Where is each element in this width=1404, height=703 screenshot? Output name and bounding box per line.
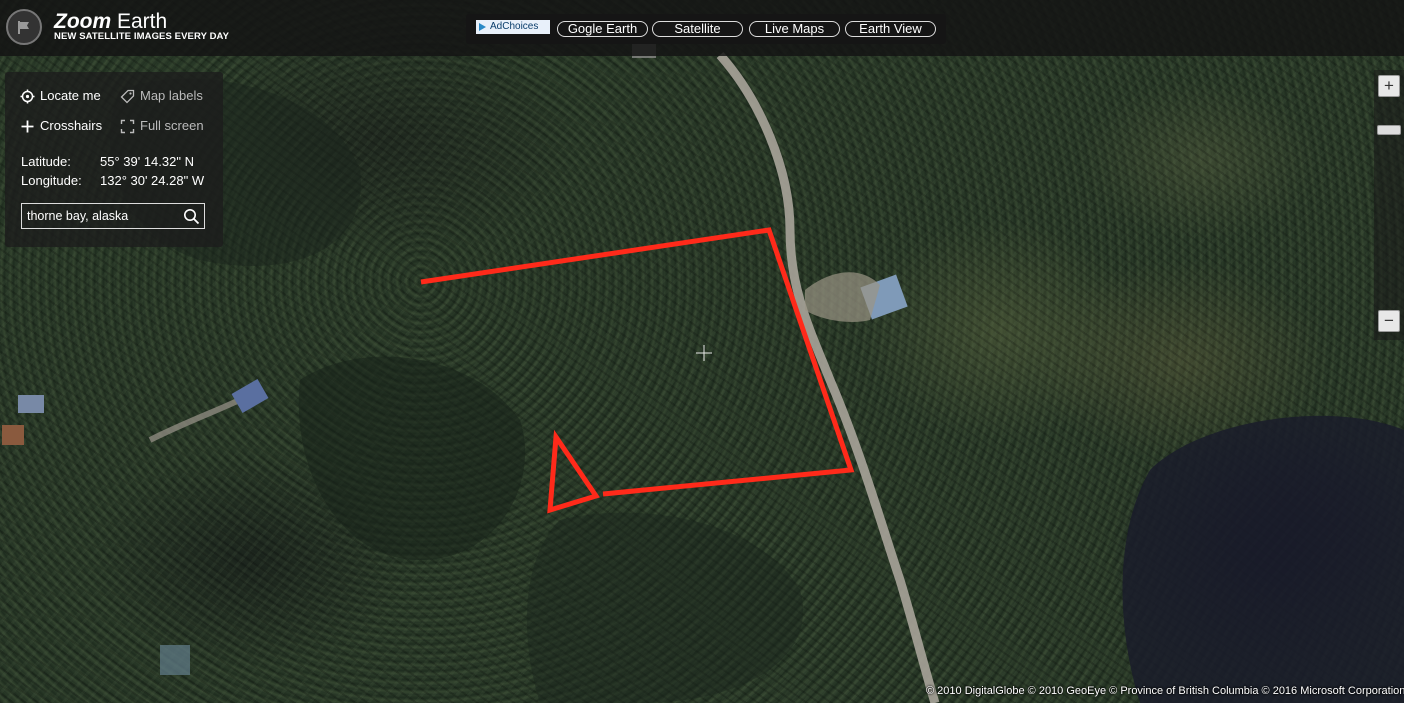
zoom-slider-thumb[interactable] — [1377, 125, 1401, 135]
link-earth-view[interactable]: Earth View — [845, 21, 936, 37]
top-bar: Zoom Earth NEW SATELLITE IMAGES EVERY DA… — [0, 0, 1404, 56]
fullscreen-icon — [120, 119, 135, 134]
crosshairs-label: Crosshairs — [40, 118, 103, 133]
house-roof — [18, 395, 44, 413]
map-crosshair-icon — [696, 345, 712, 361]
link-satellite[interactable]: Satellite — [652, 21, 743, 37]
full-screen-label: Full screen — [140, 118, 204, 133]
small-structure — [160, 645, 190, 675]
map-labels-label: Map labels — [140, 88, 203, 103]
latitude-value: 55° 39' 14.32" N — [100, 154, 194, 169]
locate-me-label: Locate me — [40, 88, 101, 103]
control-panel: Locate me Map labels Crosshairs Full scr… — [5, 72, 223, 247]
brand[interactable]: Zoom Earth NEW SATELLITE IMAGES EVERY DA… — [54, 10, 229, 42]
clearing — [805, 272, 880, 322]
logo-flag-icon[interactable] — [6, 9, 42, 45]
link-live-maps[interactable]: Live Maps — [749, 21, 840, 37]
crosshairs-plus-icon — [21, 120, 34, 133]
house-roof — [231, 378, 269, 414]
adchoices-badge[interactable]: AdChoices — [476, 20, 550, 34]
locate-icon — [20, 89, 35, 104]
side-road — [148, 392, 252, 443]
map-attribution: © 2010 DigitalGlobe © 2010 GeoEye © Prov… — [926, 685, 1404, 697]
tag-icon — [120, 89, 135, 104]
dark-forest-patch — [526, 512, 804, 703]
house-roof — [2, 425, 24, 445]
longitude-value: 132° 30' 24.28" W — [100, 173, 205, 188]
longitude-label: Longitude: — [21, 173, 82, 188]
brand-tagline: NEW SATELLITE IMAGES EVERY DAY — [54, 31, 230, 42]
search-box — [21, 203, 205, 229]
zoom-slider-track[interactable] — [1374, 70, 1404, 340]
zoom-in-button[interactable]: + — [1378, 75, 1400, 97]
link-gogle-earth[interactable]: Gogle Earth — [557, 21, 648, 37]
search-icon[interactable] — [183, 208, 200, 225]
dark-forest-patch — [298, 356, 526, 560]
top-links: AdChoices Gogle Earth Satellite Live Map… — [466, 14, 946, 44]
latitude-label: Latitude: — [21, 154, 71, 169]
lake-area — [1122, 415, 1404, 703]
zoom-out-button[interactable]: − — [1378, 310, 1400, 332]
search-input[interactable] — [27, 208, 177, 224]
